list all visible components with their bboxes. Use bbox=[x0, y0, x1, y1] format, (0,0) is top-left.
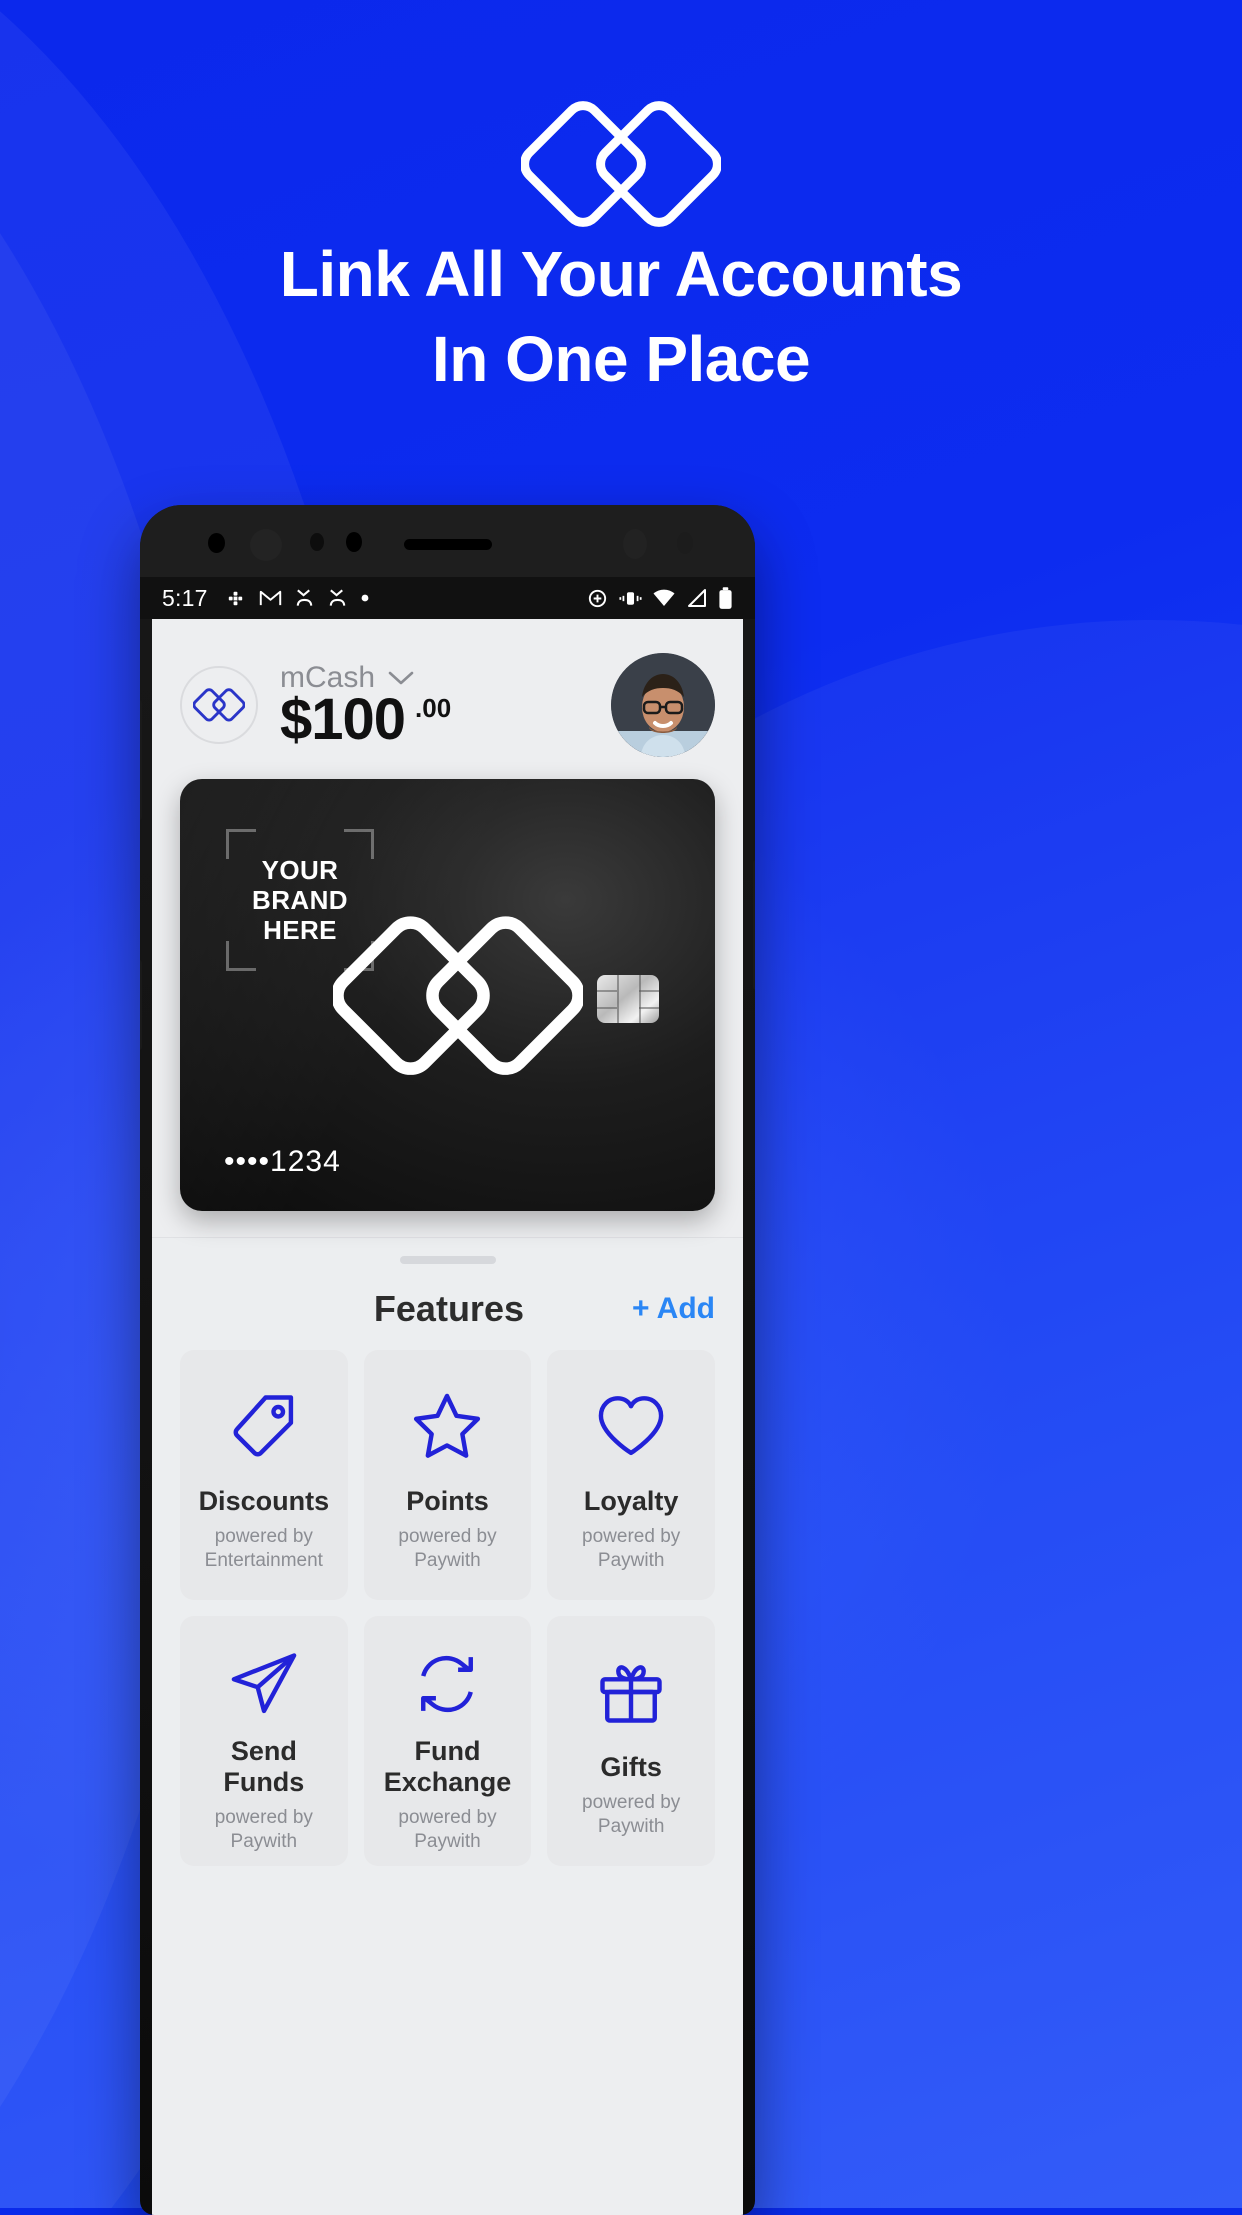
features-sheet: Features + Add Discounts powered by Ente… bbox=[152, 1237, 743, 1890]
interlocking-diamonds-logo-icon bbox=[330, 916, 585, 1075]
gift-icon bbox=[593, 1646, 669, 1738]
earpiece-speaker bbox=[403, 539, 492, 550]
avatar[interactable] bbox=[611, 653, 715, 757]
rear-sensor-b-icon bbox=[677, 532, 693, 554]
signal-icon bbox=[688, 589, 706, 607]
balance-amount: $100 .00 bbox=[280, 691, 611, 749]
phone-mockup: 5:17 mCash $100 .00 YOUR BRAND HERE ••••… bbox=[140, 505, 755, 2215]
collapse-arrows-icon bbox=[329, 589, 345, 606]
headline-line-1: Link All Your Accounts bbox=[279, 238, 963, 310]
collapse-arrows-icon bbox=[296, 589, 312, 606]
feature-tile-loyalty[interactable]: Loyalty powered by Paywith bbox=[547, 1350, 715, 1600]
location-icon bbox=[588, 589, 607, 607]
wifi-icon bbox=[653, 589, 675, 606]
dot-icon bbox=[361, 594, 368, 602]
gmail-icon bbox=[259, 590, 281, 606]
app-screen: mCash $100 .00 YOUR BRAND HERE ••••1234 … bbox=[152, 619, 743, 2215]
feature-tile-points[interactable]: Points powered by Paywith bbox=[363, 1350, 532, 1600]
bracket-top-left bbox=[226, 829, 256, 859]
brand-line-1: YOUR bbox=[261, 855, 339, 885]
payment-card[interactable]: YOUR BRAND HERE ••••1234 bbox=[180, 779, 715, 1211]
card-logo bbox=[330, 905, 585, 1092]
interlocking-diamonds-logo-icon bbox=[193, 688, 245, 722]
features-title: Features bbox=[373, 1288, 524, 1329]
phone-notch-bar bbox=[140, 505, 755, 577]
card-container: YOUR BRAND HERE ••••1234 bbox=[152, 779, 743, 1211]
tag-icon bbox=[226, 1380, 302, 1472]
brand-line-3: HERE bbox=[263, 915, 337, 945]
ir-sensor-icon bbox=[346, 532, 362, 552]
rear-sensor-a-icon bbox=[623, 529, 647, 559]
chevron-down-icon bbox=[388, 671, 414, 685]
feature-label: Gifts bbox=[600, 1752, 662, 1782]
hero-logo bbox=[0, 92, 1242, 237]
slack-icon bbox=[228, 591, 242, 605]
status-left-group: 5:17 bbox=[162, 585, 586, 612]
features-header: Features + Add bbox=[152, 1264, 743, 1344]
balance-block: mCash $100 .00 bbox=[280, 661, 611, 749]
interlocking-diamonds-logo-icon bbox=[521, 101, 721, 227]
feature-tile-gifts[interactable]: Gifts powered by Paywith bbox=[547, 1616, 715, 1866]
front-camera-icon bbox=[208, 533, 225, 553]
feature-tile-send-funds[interactable]: Send Funds powered by Paywith bbox=[180, 1616, 348, 1866]
heart-icon bbox=[593, 1380, 669, 1472]
sheet-grabber[interactable] bbox=[399, 1256, 496, 1264]
brand-placeholder: YOUR BRAND HERE bbox=[226, 829, 374, 971]
status-right-group bbox=[586, 586, 733, 610]
status-time: 5:17 bbox=[162, 584, 208, 611]
phone-button-left-lower[interactable] bbox=[140, 960, 142, 1050]
feature-label: Loyalty bbox=[583, 1486, 679, 1516]
emv-chip-icon bbox=[597, 975, 659, 1023]
phone-button-right[interactable] bbox=[753, 860, 755, 990]
wallet-header: mCash $100 .00 bbox=[152, 619, 743, 779]
vibrate-icon bbox=[619, 591, 642, 605]
features-grid: Discounts powered by Entertainment Point… bbox=[152, 1344, 743, 1890]
feature-sub: powered by Paywith bbox=[398, 1526, 497, 1571]
user-avatar-image bbox=[611, 653, 715, 757]
phone-button-left-upper[interactable] bbox=[140, 700, 142, 820]
bracket-bottom-left bbox=[226, 941, 256, 971]
card-masked-number: ••••1234 bbox=[224, 1145, 341, 1178]
feature-label: Fund Exchange bbox=[383, 1736, 512, 1797]
feature-tile-discounts[interactable]: Discounts powered by Entertainment bbox=[180, 1350, 348, 1600]
star-icon bbox=[409, 1380, 485, 1472]
brand-line-2: BRAND bbox=[252, 885, 348, 915]
feature-sub: powered by Paywith bbox=[214, 1807, 313, 1852]
light-sensor-icon bbox=[310, 533, 324, 551]
feature-label: Send Funds bbox=[223, 1736, 305, 1797]
feature-sub: powered by Paywith bbox=[582, 1526, 681, 1571]
exchange-arrows-icon bbox=[409, 1646, 485, 1722]
bracket-top-right bbox=[344, 829, 374, 859]
feature-sub: powered by Paywith bbox=[582, 1792, 681, 1837]
feature-sub: powered by Entertainment bbox=[204, 1526, 323, 1571]
bracket-bottom-right bbox=[344, 941, 374, 971]
feature-sub: powered by Paywith bbox=[398, 1807, 497, 1852]
android-status-bar: 5:17 bbox=[140, 577, 755, 619]
brand-badge[interactable] bbox=[180, 666, 258, 744]
brand-placeholder-text: YOUR BRAND HERE bbox=[226, 829, 374, 971]
battery-icon bbox=[719, 586, 732, 609]
balance-whole: $100 bbox=[280, 687, 406, 752]
feature-label: Discounts bbox=[198, 1486, 330, 1516]
proximity-sensor-icon bbox=[250, 529, 282, 561]
add-feature-button[interactable]: + Add bbox=[632, 1292, 715, 1326]
page-title: Link All Your Accounts In One Place bbox=[0, 232, 1242, 402]
balance-cents: .00 bbox=[415, 693, 452, 723]
feature-tile-fund-exchange[interactable]: Fund Exchange powered by Paywith bbox=[363, 1616, 532, 1866]
paper-plane-icon bbox=[226, 1646, 302, 1722]
headline-line-2: In One Place bbox=[431, 323, 811, 395]
feature-label: Points bbox=[406, 1486, 489, 1516]
